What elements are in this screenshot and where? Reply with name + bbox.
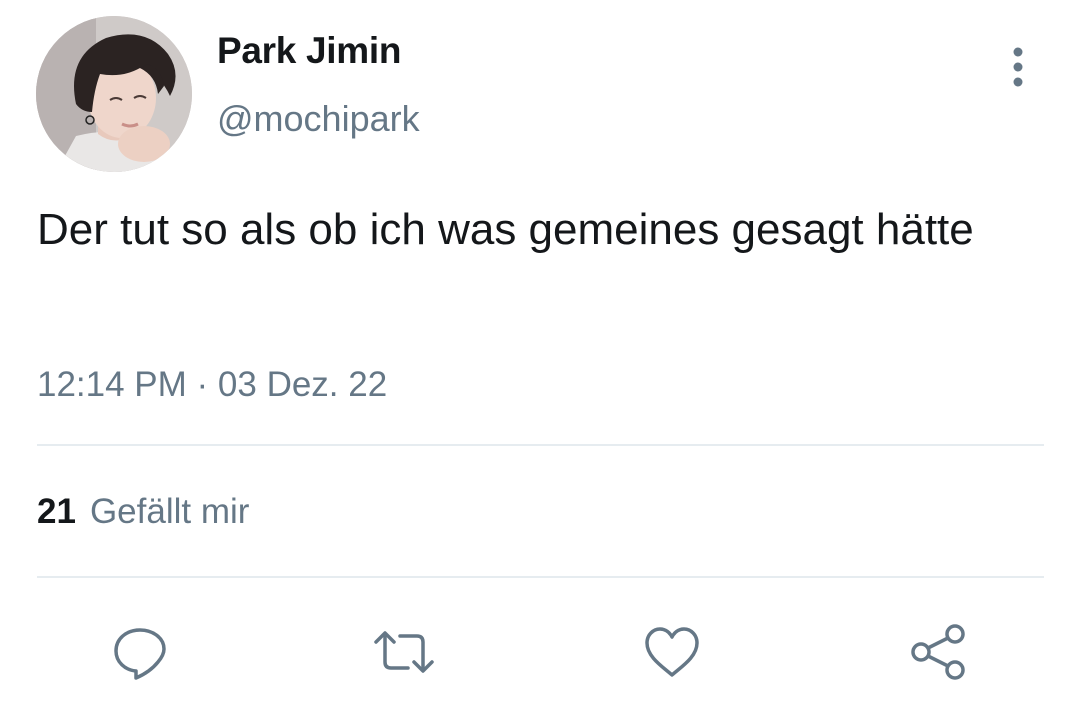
author-handle[interactable]: @mochipark [217,98,420,140]
likes-label: Gefällt mir [89,492,250,531]
retweet-button[interactable] [372,620,436,684]
divider [37,576,1044,578]
like-button[interactable] [640,620,704,684]
tweet-card: Park Jimin @mochipark Der tut so als ob … [0,0,1080,716]
share-button[interactable] [906,620,970,684]
author-display-name[interactable]: Park Jimin [217,30,401,72]
tweet-timestamp[interactable]: 12:14 PM · 03 Dez. 22 [37,365,387,405]
likes-count: 21 [37,492,76,531]
share-icon [911,624,965,680]
heart-icon [645,627,699,677]
reply-button[interactable] [108,620,172,684]
tweet-text: Der tut so als ob ich was gemeines gesag… [37,205,974,254]
likes-stat[interactable]: 21 Gefällt mir [37,492,249,532]
avatar[interactable] [36,16,192,172]
reply-icon [114,628,166,680]
retweet-icon [374,631,434,673]
more-options-button[interactable] [998,42,1038,92]
more-vertical-icon [1013,47,1023,87]
divider [37,444,1044,446]
